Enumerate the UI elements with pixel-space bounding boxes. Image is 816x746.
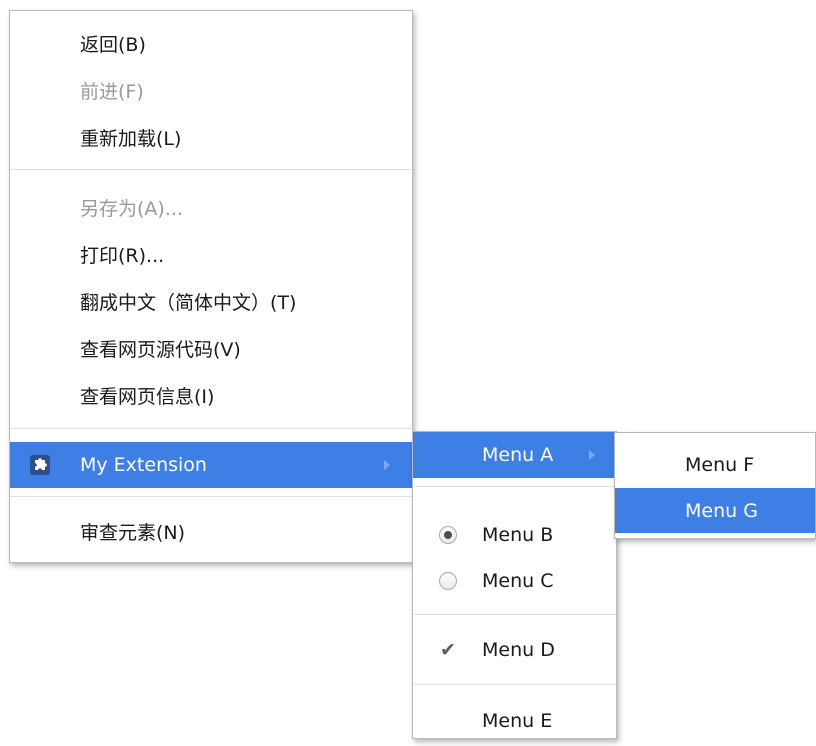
menu-separator	[10, 169, 412, 170]
radio-selected-icon	[439, 526, 457, 544]
menu-item-menu-d-label: Menu D	[482, 639, 555, 661]
menu-item-menu-f[interactable]: Menu F	[615, 451, 815, 479]
submenu-arrow-icon	[384, 460, 390, 470]
menu-item-menu-b-label: Menu B	[482, 524, 554, 546]
menu-item-back-label: 返回(B)	[80, 34, 146, 56]
menu-item-reload[interactable]: 重新加载(L)	[10, 125, 412, 153]
menu-item-page-info-label: 查看网页信息(I)	[80, 386, 215, 408]
menu-item-menu-a[interactable]: Menu A	[413, 432, 616, 478]
menu-item-print-label: 打印(R)...	[80, 245, 165, 267]
menu-item-my-extension-label: My Extension	[80, 454, 207, 476]
menu-item-print[interactable]: 打印(R)...	[10, 242, 412, 270]
menu-separator	[413, 684, 616, 685]
menu-item-save-as-label: 另存为(A)...	[80, 198, 183, 220]
menu-item-forward-label: 前进(F)	[80, 81, 144, 103]
menu-separator	[413, 486, 616, 487]
extension-submenu: Menu A Menu B Menu C ✔ Menu D Menu E	[412, 431, 617, 739]
menu-item-view-source[interactable]: 查看网页源代码(V)	[10, 336, 412, 364]
menu-item-inspect-label: 审查元素(N)	[80, 522, 186, 544]
menu-item-menu-g[interactable]: Menu G	[615, 488, 815, 533]
menu-item-menu-c-label: Menu C	[482, 570, 554, 592]
menu-item-reload-label: 重新加载(L)	[80, 128, 182, 150]
menu-item-forward: 前进(F)	[10, 78, 412, 106]
menu-separator	[10, 496, 412, 497]
submenu-arrow-icon	[589, 450, 595, 460]
menu-item-view-source-label: 查看网页源代码(V)	[80, 339, 241, 361]
menu-item-my-extension[interactable]: My Extension	[10, 442, 412, 488]
context-menu: 返回(B) 前进(F) 重新加载(L) 另存为(A)... 打印(R)... 翻…	[9, 10, 413, 563]
screen: { "main_menu": { "items": [ {"label": "返…	[0, 0, 816, 746]
menu-separator	[413, 614, 616, 615]
menu-item-menu-e-label: Menu E	[482, 710, 553, 732]
menu-a-submenu: Menu F Menu G	[614, 432, 816, 539]
puzzle-piece-icon	[30, 455, 50, 475]
menu-item-menu-b[interactable]: Menu B	[413, 521, 616, 549]
menu-item-back[interactable]: 返回(B)	[10, 31, 412, 59]
menu-item-menu-e[interactable]: Menu E	[413, 707, 616, 735]
menu-item-inspect[interactable]: 审查元素(N)	[10, 519, 412, 547]
menu-item-menu-c[interactable]: Menu C	[413, 567, 616, 595]
menu-item-translate-label: 翻成中文（简体中文）(T)	[80, 292, 297, 314]
menu-item-menu-f-label: Menu F	[685, 454, 755, 476]
menu-item-save-as: 另存为(A)...	[10, 195, 412, 223]
menu-item-menu-g-label: Menu G	[685, 499, 758, 522]
menu-item-menu-a-label: Menu A	[482, 444, 554, 466]
checkmark-icon: ✔	[440, 639, 456, 661]
menu-separator	[10, 428, 412, 429]
menu-item-page-info[interactable]: 查看网页信息(I)	[10, 383, 412, 411]
menu-item-translate[interactable]: 翻成中文（简体中文）(T)	[10, 289, 412, 317]
radio-unselected-icon	[439, 572, 457, 590]
menu-item-menu-d[interactable]: ✔ Menu D	[413, 636, 616, 664]
radio-dot-icon	[444, 531, 452, 539]
